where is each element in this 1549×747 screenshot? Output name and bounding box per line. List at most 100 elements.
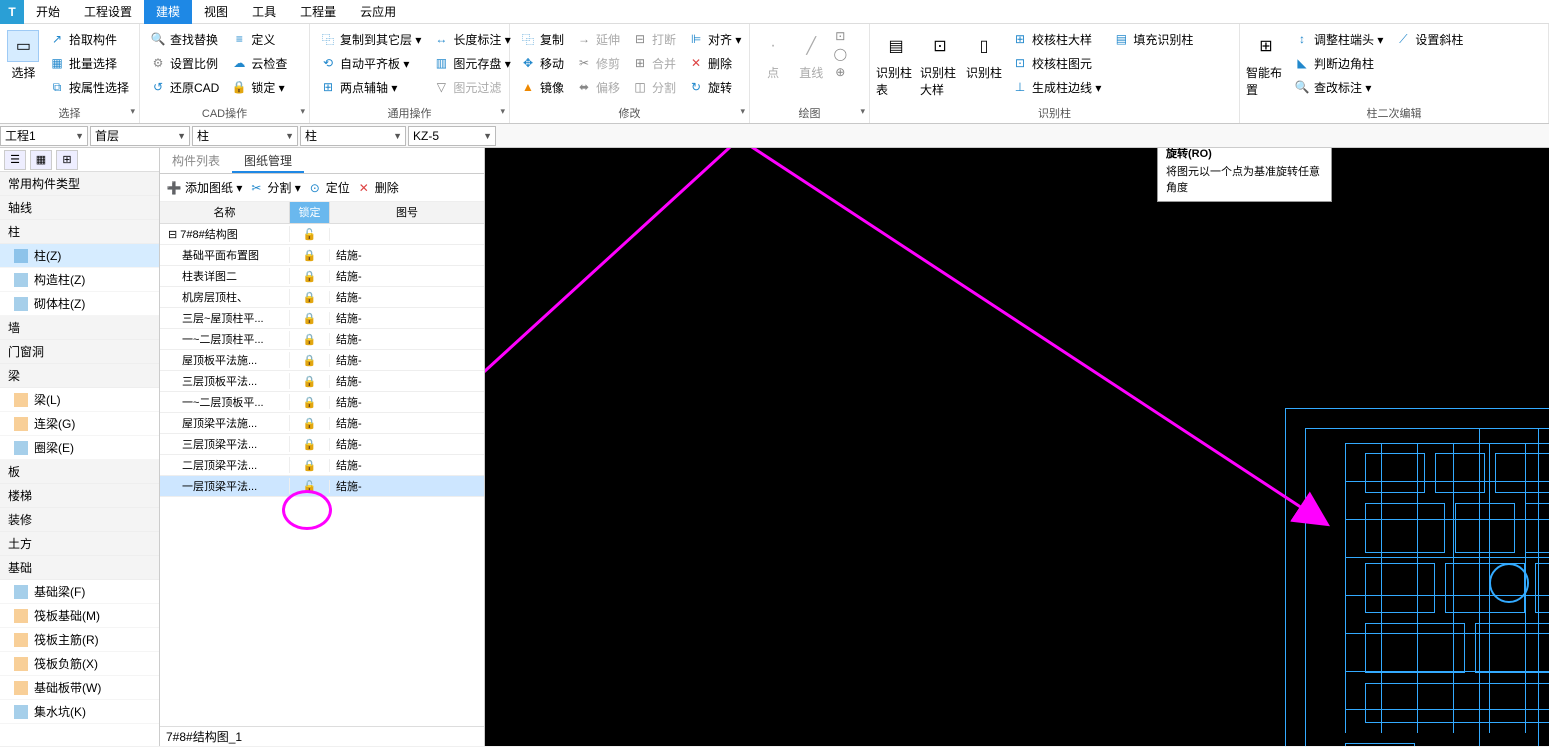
menu-item-4[interactable]: 工具 — [240, 0, 288, 24]
nav-item[interactable]: 筏板负筋(X) — [0, 652, 159, 676]
menu-item-1[interactable]: 工程设置 — [72, 0, 144, 24]
nav-item[interactable]: 基础板带(W) — [0, 676, 159, 700]
nav-item[interactable]: 砌体柱(Z) — [0, 292, 159, 316]
move-button[interactable]: ✥移动 — [516, 52, 568, 74]
drawing-group-row[interactable]: ⊟ 7#8#结构图 🔓 — [160, 224, 484, 245]
drawing-row[interactable]: 基础平面布置图🔒结施- — [160, 245, 484, 266]
combo-3[interactable]: 柱▼ — [300, 126, 406, 146]
nav-item[interactable]: 梁(L) — [0, 388, 159, 412]
nav-category[interactable]: 轴线 — [0, 196, 159, 220]
nav-category[interactable]: 常用构件类型 — [0, 172, 159, 196]
nav-tool-1[interactable]: ☰ — [4, 150, 26, 170]
nav-category[interactable]: 楼梯 — [0, 484, 159, 508]
combo-4[interactable]: KZ-5▼ — [408, 126, 496, 146]
dropdown-icon[interactable]: ▾ — [500, 106, 505, 117]
drawing-row[interactable]: 一~二层顶柱平...🔒结施- — [160, 329, 484, 350]
dropdown-icon[interactable]: ▾ — [860, 106, 865, 117]
dropdown-icon[interactable]: ▾ — [740, 106, 745, 117]
fill-recognize-column-button[interactable]: ▤填充识别柱 — [1109, 28, 1197, 50]
gen-column-edge-button[interactable]: ⊥生成柱边线 ▾ — [1008, 76, 1105, 98]
nav-tool-2[interactable]: ▦ — [30, 150, 52, 170]
scale-icon: ⚙ — [150, 55, 166, 71]
dropdown-icon[interactable]: ▾ — [130, 106, 135, 117]
nav-category[interactable]: 土方 — [0, 532, 159, 556]
drawing-canvas[interactable]: 旋转(RO) 将图元以一个点为基准旋转任意角度 — [485, 148, 1549, 746]
recognize-column-detail-button[interactable]: ⊡识别柱大样 — [918, 28, 962, 100]
dropdown-icon[interactable]: ▾ — [300, 106, 305, 117]
menu-item-5[interactable]: 工程量 — [288, 0, 348, 24]
two-point-axis-button[interactable]: ⊞两点辅轴 ▾ — [316, 76, 425, 98]
lock-button[interactable]: 🔒锁定 ▾ — [227, 76, 291, 98]
judge-corner-button[interactable]: ◣判断边角柱 — [1290, 52, 1387, 74]
menu-item-0[interactable]: 开始 — [24, 0, 72, 24]
auto-align-slab-button[interactable]: ⟲自动平齐板 ▾ — [316, 52, 425, 74]
tab-1[interactable]: 图纸管理 — [232, 148, 304, 173]
drawing-tool[interactable]: ➕添加图纸 ▾ — [166, 179, 242, 196]
drawing-row[interactable]: 三层顶梁平法...🔒结施- — [160, 434, 484, 455]
nav-item[interactable]: 连梁(G) — [0, 412, 159, 436]
drawing-row[interactable]: 一层顶梁平法...🔓结施- — [160, 476, 484, 497]
nav-item[interactable]: 圈梁(E) — [0, 436, 159, 460]
drawing-tool[interactable]: ✕删除 — [356, 179, 399, 196]
nav-item[interactable]: 筏板主筋(R) — [0, 628, 159, 652]
menu-item-3[interactable]: 视图 — [192, 0, 240, 24]
element-save-button[interactable]: ▥图元存盘 ▾ — [429, 52, 514, 74]
drawing-row[interactable]: 屋顶梁平法施...🔒结施- — [160, 413, 484, 434]
set-incline-column-button[interactable]: ⟋设置斜柱 — [1391, 28, 1467, 50]
adjust-column-end-button[interactable]: ↕调整柱端头 ▾ — [1290, 28, 1387, 50]
drawing-row[interactable]: 三层顶板平法...🔒结施- — [160, 371, 484, 392]
drawing-row[interactable]: 柱表详图二🔒结施- — [160, 266, 484, 287]
select-button[interactable]: ▭ 选择 — [4, 28, 43, 83]
drawing-row[interactable]: 屋顶板平法施...🔒结施- — [160, 350, 484, 371]
check-column-detail-button[interactable]: ⊞校核柱大样 — [1008, 28, 1105, 50]
nav-category[interactable]: 板 — [0, 460, 159, 484]
smart-place-button[interactable]: ⊞智能布置 — [1244, 28, 1288, 100]
property-select-button[interactable]: ⧉按属性选择 — [45, 76, 133, 98]
ribbon-group-recognize: ▤识别柱表 ⊡识别柱大样 ▯识别柱 ⊞校核柱大样 ⊡校核柱图元 ⊥生成柱边线 ▾… — [870, 24, 1240, 123]
align-button[interactable]: ⊫对齐 ▾ — [684, 28, 745, 50]
nav-category[interactable]: 基础 — [0, 556, 159, 580]
copy-button[interactable]: ⿻复制 — [516, 28, 568, 50]
nav-item[interactable]: 基础梁(F) — [0, 580, 159, 604]
nav-category[interactable]: 门窗洞 — [0, 340, 159, 364]
nav-item[interactable]: 集水坑(K) — [0, 700, 159, 724]
batch-select-button[interactable]: ▦批量选择 — [45, 52, 133, 74]
drawing-row[interactable]: 一~二层顶板平...🔒结施- — [160, 392, 484, 413]
nav-category[interactable]: 装修 — [0, 508, 159, 532]
combo-1[interactable]: 首层▼ — [90, 126, 190, 146]
nav-category[interactable]: 梁 — [0, 364, 159, 388]
drawing-row[interactable]: 三层~屋顶柱平...🔒结施- — [160, 308, 484, 329]
check-column-element-button[interactable]: ⊡校核柱图元 — [1008, 52, 1105, 74]
find-replace-button[interactable]: 🔍查找替换 — [146, 28, 223, 50]
menu-item-2[interactable]: 建模 — [144, 0, 192, 24]
nav-tool-3[interactable]: ⊞ — [56, 150, 78, 170]
recognize-column-table-button[interactable]: ▤识别柱表 — [874, 28, 918, 100]
copy-to-layer-button[interactable]: ⿻复制到其它层 ▾ — [316, 28, 425, 50]
recognize-column-button[interactable]: ▯识别柱 — [962, 28, 1006, 83]
drawing-tool[interactable]: ⊙定位 — [307, 179, 350, 196]
nav-item[interactable]: 柱(Z) — [0, 244, 159, 268]
mirror-button[interactable]: ▲镜像 — [516, 76, 568, 98]
drawing-row[interactable]: 机房层顶柱、🔒结施- — [160, 287, 484, 308]
edit-annotation-button[interactable]: 🔍查改标注 ▾ — [1290, 76, 1387, 98]
combo-2[interactable]: 柱▼ — [192, 126, 298, 146]
define-button[interactable]: ≡定义 — [227, 28, 291, 50]
col-lock[interactable]: 锁定 — [290, 202, 330, 223]
rotate-button[interactable]: ↻旋转 — [684, 76, 745, 98]
set-scale-button[interactable]: ⚙设置比例 — [146, 52, 223, 74]
incline-icon: ⟋ — [1395, 31, 1411, 47]
nav-category[interactable]: 墙 — [0, 316, 159, 340]
nav-item[interactable]: 构造柱(Z) — [0, 268, 159, 292]
combo-0[interactable]: 工程1▼ — [0, 126, 88, 146]
menu-item-6[interactable]: 云应用 — [348, 0, 408, 24]
drawing-row[interactable]: 二层顶梁平法...🔒结施- — [160, 455, 484, 476]
tab-0[interactable]: 构件列表 — [160, 148, 232, 173]
length-dim-button[interactable]: ↔长度标注 ▾ — [429, 28, 514, 50]
pick-component-button[interactable]: ↗拾取构件 — [45, 28, 133, 50]
restore-cad-button[interactable]: ↺还原CAD — [146, 76, 223, 98]
cloud-check-button[interactable]: ☁云检查 — [227, 52, 291, 74]
nav-category[interactable]: 柱 — [0, 220, 159, 244]
delete-button[interactable]: ✕删除 — [684, 52, 745, 74]
drawing-tool[interactable]: ✂分割 ▾ — [248, 179, 300, 196]
nav-item[interactable]: 筏板基础(M) — [0, 604, 159, 628]
